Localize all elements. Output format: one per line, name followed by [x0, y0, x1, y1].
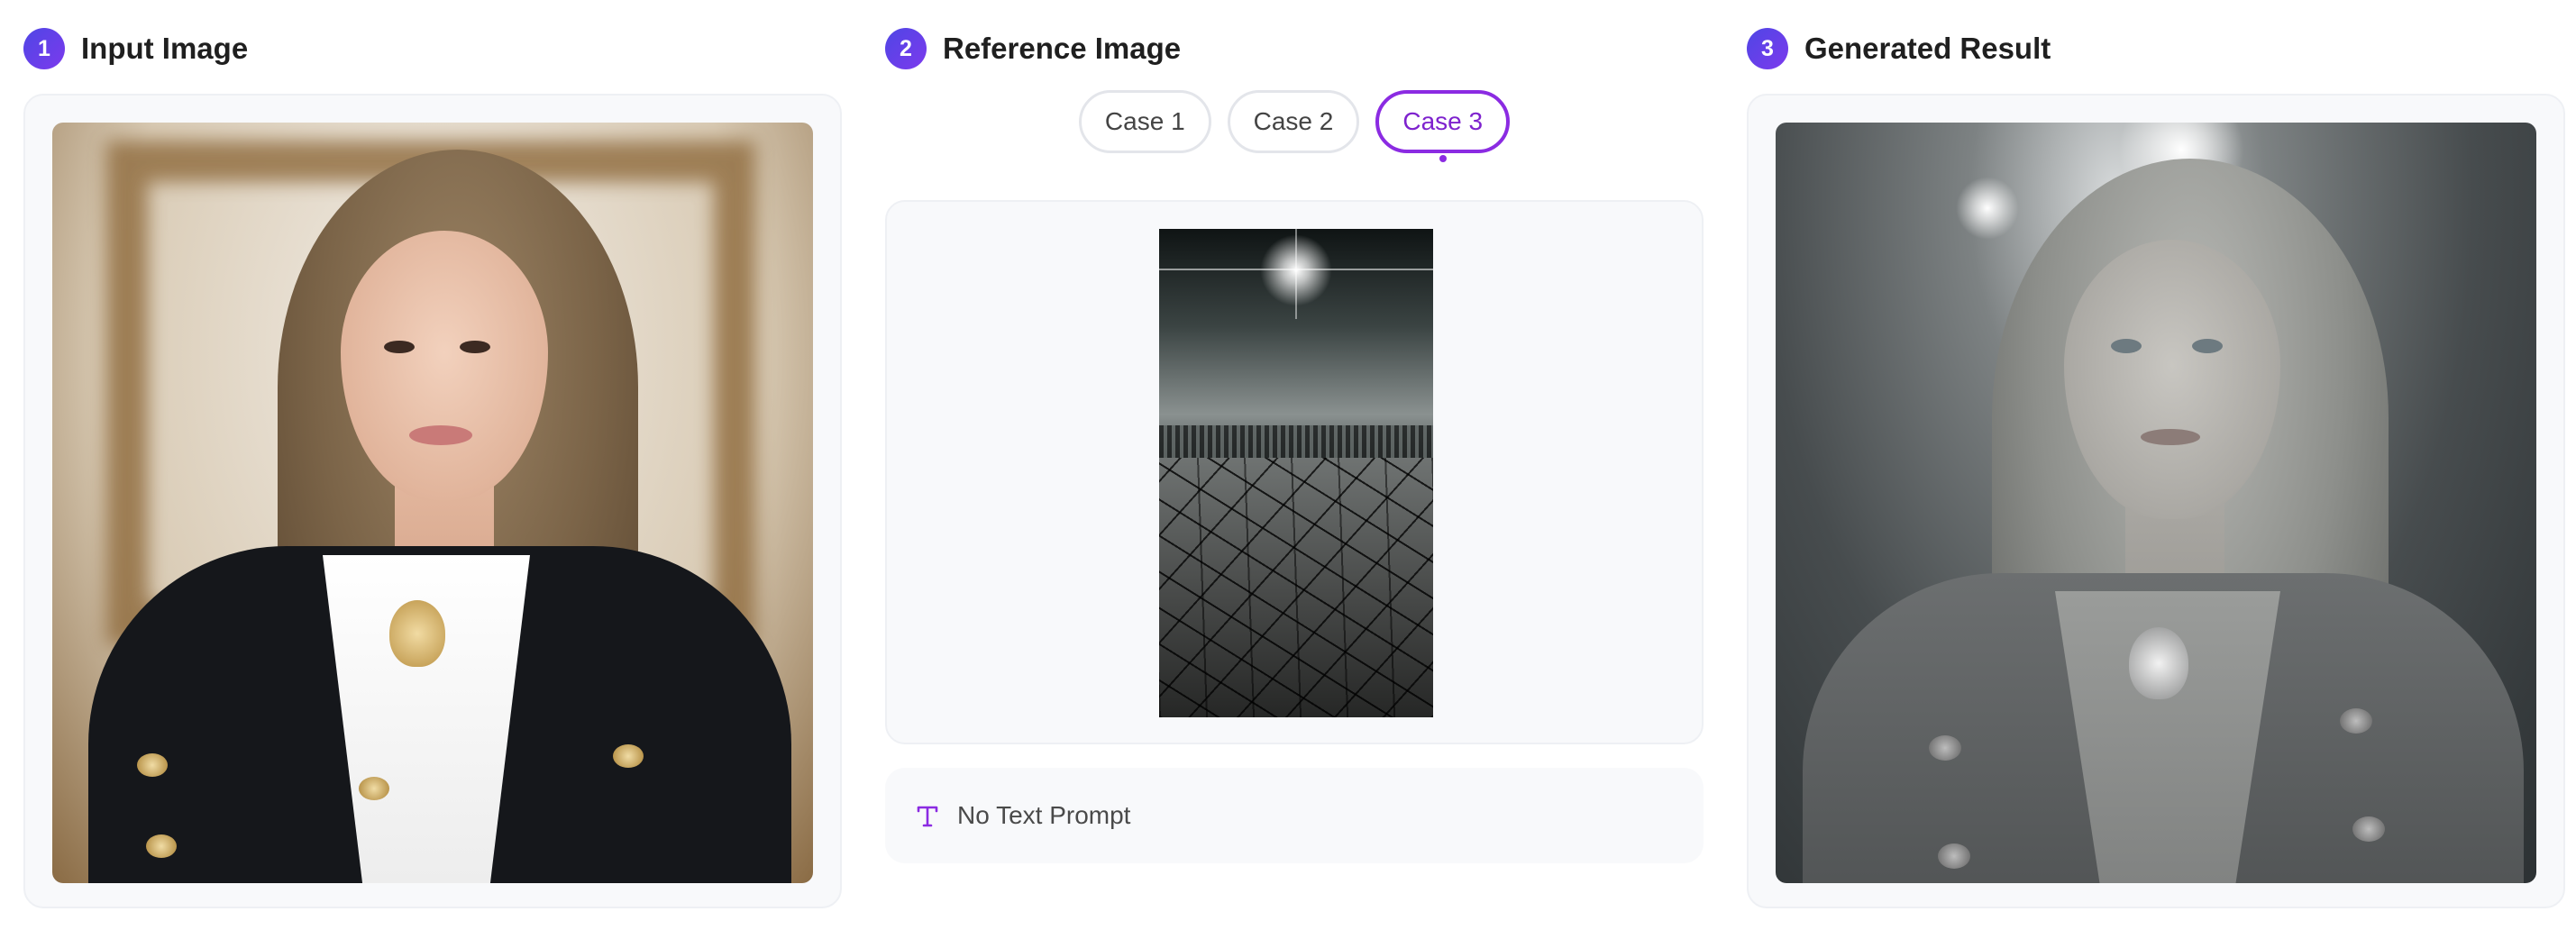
generated-portrait-image [1776, 123, 2536, 883]
reference-image-panel [885, 200, 1704, 744]
reference-image-heading: 2 Reference Image [885, 27, 1181, 70]
reference-image-title: Reference Image [943, 32, 1182, 65]
tab-case-3[interactable]: Case 3 [1375, 90, 1511, 162]
active-tab-indicator [1439, 155, 1447, 162]
input-image-panel [23, 94, 842, 908]
step-badge-3: 3 [1747, 28, 1788, 69]
input-image-title: Input Image [81, 32, 249, 65]
reference-landscape-image [1159, 229, 1433, 717]
input-image-heading: 1 Input Image [23, 27, 248, 70]
text-type-icon [914, 802, 941, 829]
tab-case-2[interactable]: Case 2 [1227, 90, 1360, 153]
case-tabs: Case 1 Case 2 Case 3 [885, 90, 1704, 162]
step-badge-2: 2 [885, 28, 927, 69]
text-prompt-box: No Text Prompt [885, 768, 1704, 863]
tab-case-1[interactable]: Case 1 [1078, 90, 1211, 153]
tab-case-3-label: Case 3 [1402, 107, 1484, 135]
input-portrait-image [52, 123, 813, 883]
generated-result-panel [1747, 94, 2565, 908]
step-badge-1: 1 [23, 28, 65, 69]
generated-result-title: Generated Result [1804, 32, 2051, 65]
generated-result-heading: 3 Generated Result [1747, 27, 2051, 70]
prompt-text: No Text Prompt [957, 801, 1131, 829]
